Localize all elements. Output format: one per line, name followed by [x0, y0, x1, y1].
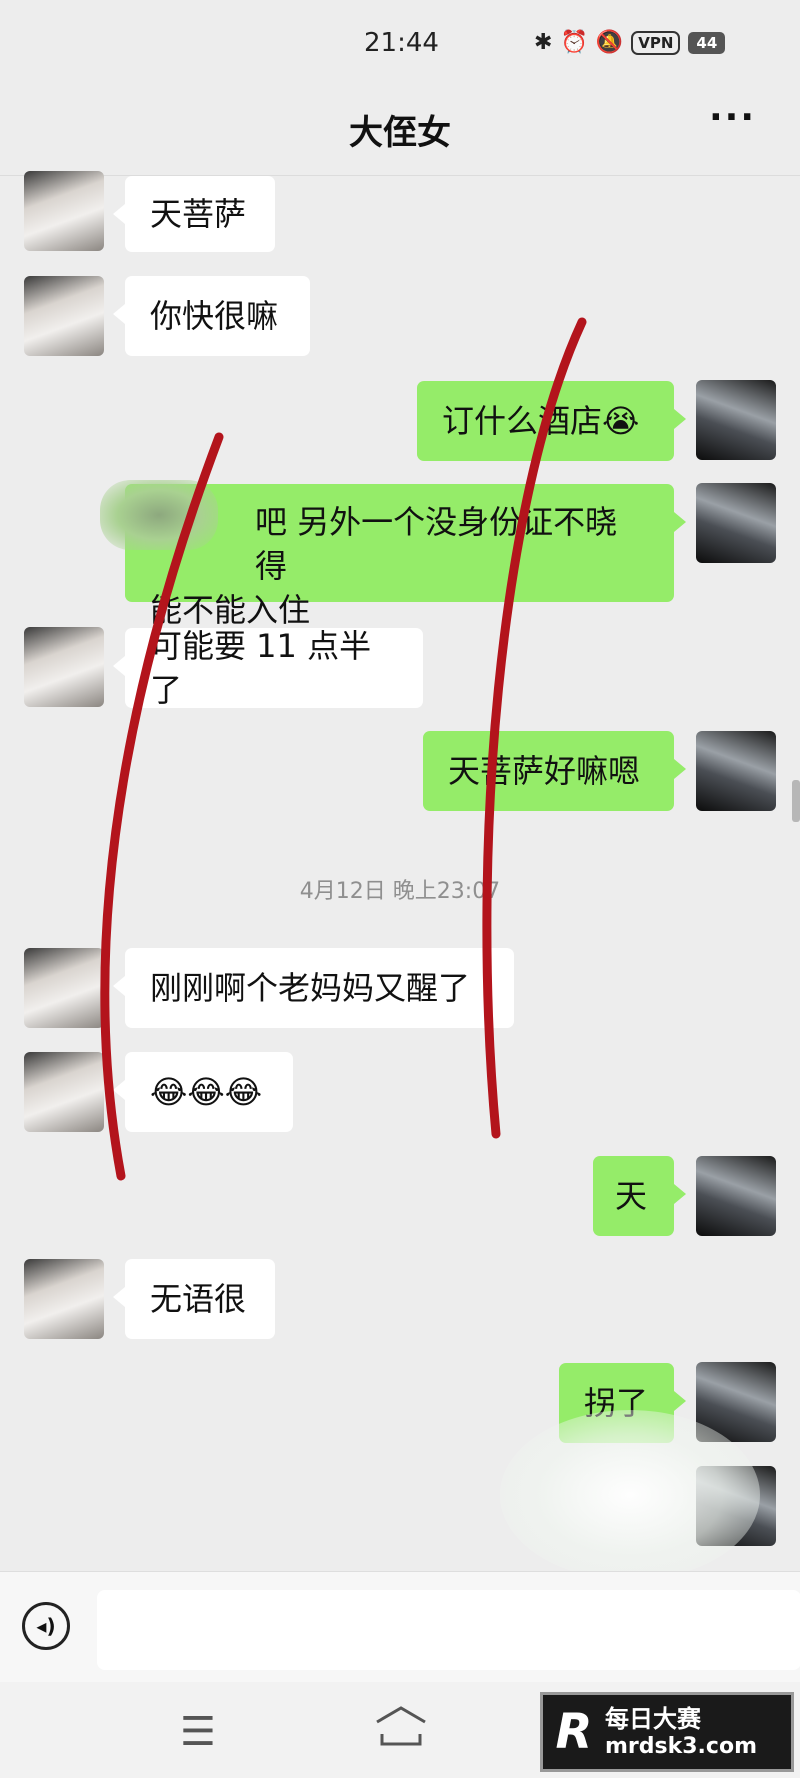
- battery-icon: 44: [688, 31, 726, 54]
- more-options-button[interactable]: ···: [709, 97, 756, 138]
- redaction-blur: [100, 480, 218, 550]
- message-bubble[interactable]: 刚刚啊个老妈妈又醒了: [113, 948, 514, 1028]
- message-bubble[interactable]: 你快很嘛: [113, 276, 310, 356]
- message-bubble[interactable]: 😂😂😂: [113, 1052, 293, 1132]
- contact-avatar[interactable]: [24, 1052, 104, 1132]
- contact-avatar[interactable]: [24, 171, 104, 251]
- contact-avatar[interactable]: [24, 1259, 104, 1339]
- bluetooth-icon: ✱: [534, 30, 553, 55]
- vpn-badge: VPN: [631, 30, 681, 55]
- voice-icon[interactable]: ◂): [22, 1602, 70, 1650]
- status-icons: ✱ ⏰ 🔕 VPN 44: [534, 30, 726, 55]
- watermark-logo: R: [555, 1704, 593, 1760]
- input-bar: ◂): [0, 1571, 800, 1682]
- watermark-url: mrdsk3.com: [605, 1734, 757, 1759]
- message-bubble[interactable]: 可能要 11 点半了: [113, 627, 423, 709]
- contact-avatar[interactable]: [24, 276, 104, 356]
- menu-icon[interactable]: ☰: [180, 1712, 216, 1752]
- scrollbar[interactable]: [792, 780, 800, 822]
- alarm-icon: ⏰: [560, 30, 588, 55]
- chat-title: 大侄女: [349, 113, 451, 153]
- message-bubble[interactable]: 订什么酒店😭: [417, 381, 686, 461]
- message-bubble[interactable]: 天菩萨: [113, 176, 275, 252]
- my-avatar[interactable]: [696, 380, 776, 460]
- message-input[interactable]: [97, 1590, 800, 1670]
- my-avatar[interactable]: [696, 1156, 776, 1236]
- message-line: 吧 另外一个没身份证不晓得: [255, 503, 618, 585]
- home-icon[interactable]: [374, 1704, 428, 1748]
- contact-avatar[interactable]: [24, 627, 104, 707]
- contact-avatar[interactable]: [24, 948, 104, 1028]
- chat-header: 大侄女 ···: [0, 95, 800, 176]
- watermark-title: 每日大赛: [605, 1705, 701, 1733]
- status-bar: 21:44 ✱ ⏰ 🔕 VPN 44: [0, 0, 800, 95]
- watermark: R 每日大赛 mrdsk3.com: [540, 1692, 794, 1772]
- mute-icon: 🔕: [595, 30, 624, 55]
- chat-timestamp: 4月12日 晚上23:07: [299, 879, 501, 904]
- my-avatar[interactable]: [696, 483, 776, 563]
- message-bubble[interactable]: 天菩萨好嘛嗯: [423, 731, 686, 811]
- message-bubble[interactable]: 无语很: [113, 1259, 275, 1339]
- message-bubble[interactable]: 天: [593, 1156, 686, 1236]
- status-time: 21:44: [364, 28, 439, 58]
- redaction-smudge: [500, 1410, 760, 1580]
- my-avatar[interactable]: [696, 731, 776, 811]
